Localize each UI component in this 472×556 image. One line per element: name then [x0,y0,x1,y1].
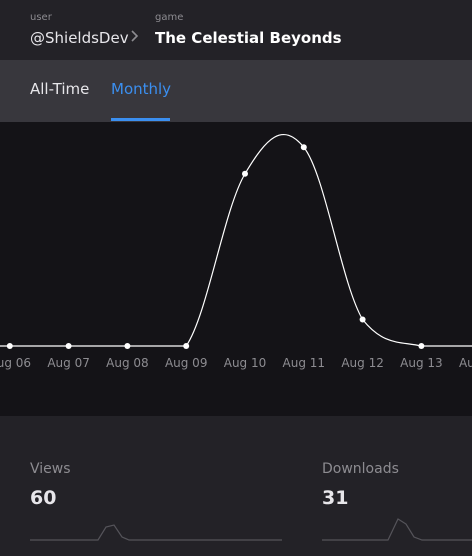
top-bar: user @ShieldsDev game The Celestial Beyo… [0,0,472,60]
chevron-right-icon [131,30,139,42]
chart-svg: Aug 06 Aug 07 Aug 08 Aug 09 Aug 10 Aug 11 Aug … [0,134,472,370]
views-label: Views [30,461,71,477]
x-tick-label: Aug 08 [106,356,149,370]
series-line [0,134,472,347]
views-sparkline [30,524,282,541]
x-tick-label: Aug 12 [341,356,384,370]
data-point[interactable] [65,343,72,349]
data-point[interactable] [183,343,190,349]
data-point[interactable] [359,316,366,323]
breadcrumb-game[interactable]: game The Celestial Beyonds [155,12,342,49]
downloads-stat: Downloads 31 [322,460,399,510]
downloads-value: 31 [322,487,349,509]
period-tabs: All-Time Monthly [0,60,472,122]
game-name[interactable]: The Celestial Beyonds [155,27,342,49]
downloads-sparkline [322,518,472,541]
user-label: user [30,12,52,23]
x-tick-label: Aug 06 [0,356,31,370]
x-tick-label: Aug 11 [283,356,326,370]
data-point[interactable] [6,343,13,349]
x-tick-label: Aug 09 [165,356,208,370]
x-tick-label: Aug 10 [224,356,267,370]
x-tick-label: Aug 14 [459,356,472,370]
stats-panel: Views 60 Downloads 31 [0,416,472,556]
data-point[interactable] [242,170,248,177]
x-tick-label: Aug 13 [400,356,443,370]
views-value: 60 [30,487,57,509]
data-point[interactable] [124,343,131,349]
user-name[interactable]: @ShieldsDev [30,27,129,49]
breadcrumb-user[interactable]: user @ShieldsDev [30,12,129,49]
tab-all-time[interactable]: All-Time [30,80,89,98]
downloads-label: Downloads [322,461,399,477]
data-point[interactable] [418,343,425,349]
active-tab-indicator [111,118,170,121]
data-point[interactable] [300,144,307,151]
monthly-line-chart[interactable]: Aug 06 Aug 07 Aug 08 Aug 09 Aug 10 Aug 11 Aug … [0,122,472,416]
tab-monthly[interactable]: Monthly [111,80,171,98]
views-stat: Views 60 [30,460,71,510]
x-tick-label: Aug 07 [47,356,90,370]
game-label: game [155,12,184,23]
